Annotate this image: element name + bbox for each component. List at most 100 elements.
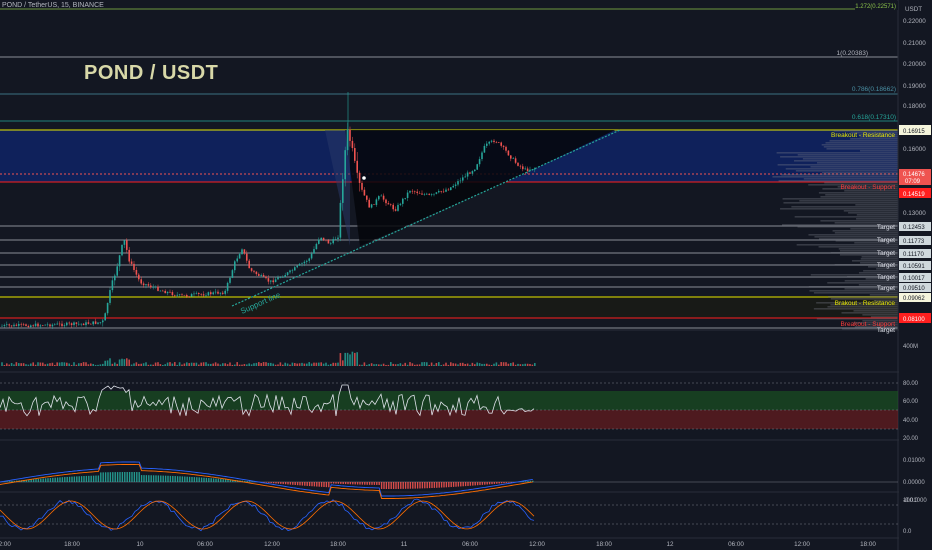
breakout-support-mid-label: Breakout - Support	[840, 184, 895, 191]
candle-body	[58, 323, 61, 325]
volume-bar	[498, 364, 500, 366]
volume-bar	[198, 364, 200, 366]
candle-body	[301, 263, 303, 264]
volume-bar	[145, 362, 147, 366]
price-tick-020: 0.20000	[903, 61, 926, 68]
candle-body	[349, 129, 351, 141]
rsi-tick-80: 80.00	[903, 381, 919, 387]
volume-bar	[462, 362, 464, 366]
candle-body	[531, 169, 534, 171]
volume-bar	[44, 364, 46, 366]
volume-bar	[70, 364, 73, 366]
macd-hist-bar	[491, 482, 493, 485]
target-label-7: Target	[877, 327, 895, 334]
macd-hist-bar	[409, 482, 412, 489]
candle-body	[502, 145, 505, 147]
macd-hist-bar	[328, 482, 330, 488]
macd-hist-bar	[32, 479, 35, 482]
candle-body	[421, 193, 423, 195]
volume-bar	[169, 362, 171, 366]
macd-hist-bar	[83, 476, 85, 482]
volume-bar	[262, 362, 265, 366]
macd-hist-bar	[304, 482, 306, 486]
candle-body	[46, 324, 49, 326]
macd-hist-bar	[301, 482, 304, 486]
chart-title: POND / USDT	[84, 62, 219, 84]
volume-bar	[99, 364, 102, 366]
target-label-4: Target	[877, 262, 895, 269]
candle-body	[22, 324, 25, 325]
profile-bar	[870, 316, 898, 318]
time-tick: 11	[401, 541, 408, 548]
candle-body	[231, 270, 234, 278]
volume-bar	[140, 363, 142, 366]
candle-body	[8, 324, 10, 326]
candle-body	[368, 199, 370, 208]
volume-bar	[279, 362, 282, 366]
candle-body	[277, 277, 279, 280]
candle-body	[255, 271, 258, 275]
candle-body	[387, 203, 390, 205]
candle-body	[224, 290, 226, 294]
candle-body	[128, 249, 130, 262]
macd-hist-bar	[148, 475, 150, 482]
candle-body	[500, 142, 502, 146]
volume-bar	[121, 358, 123, 366]
volume-bar	[483, 363, 486, 366]
candle-body	[382, 195, 385, 200]
candle-body	[291, 270, 294, 272]
candle-body	[322, 237, 325, 240]
macd-hist-bar	[37, 478, 40, 482]
stoch-tick-100: 100.0	[903, 498, 919, 504]
time-tick: 12:00	[529, 541, 545, 548]
volume-bar	[418, 364, 421, 366]
macd-hist-bar	[282, 482, 284, 485]
volume-bar	[397, 364, 399, 366]
profile-bar	[780, 156, 898, 158]
candle-body	[498, 142, 500, 143]
macd-hist-bar	[100, 472, 102, 482]
volume-bar	[193, 362, 195, 366]
volume-bar	[529, 364, 531, 366]
volume-bar	[402, 364, 404, 366]
macd-hist-bar	[268, 482, 270, 483]
macd-hist-bar	[251, 481, 253, 482]
volume-bar	[234, 364, 236, 366]
volume-bar	[78, 363, 80, 366]
macd-hist-bar	[359, 482, 361, 485]
candle-body	[342, 179, 344, 203]
macd-hist-bar	[126, 472, 128, 482]
volume-bar	[267, 362, 270, 366]
macd-hist-bar	[215, 478, 217, 482]
candle-body	[109, 290, 111, 303]
volume-bar	[330, 363, 332, 366]
macd-hist-bar	[210, 478, 212, 482]
candle-body	[486, 143, 488, 146]
candle-body	[469, 172, 471, 174]
macd-hist-bar	[76, 476, 78, 482]
candle-body	[80, 323, 82, 325]
candle-body	[51, 324, 54, 327]
candle-body	[318, 239, 320, 244]
volume-bar	[243, 364, 246, 366]
target-label-3: Target	[877, 250, 895, 257]
support-zone	[0, 296, 898, 318]
candle-body	[385, 199, 387, 204]
volume-bar	[318, 362, 320, 366]
volume-bar	[75, 364, 78, 366]
profile-bar	[828, 296, 898, 298]
breakout-support-value: 0.14519	[903, 192, 925, 198]
candle-body	[32, 325, 34, 327]
macd-hist-bar	[424, 482, 426, 489]
candle-body	[190, 294, 193, 297]
candle-body	[452, 185, 454, 188]
volume-bar	[51, 362, 54, 366]
macd-hist-bar	[376, 482, 378, 485]
fib-1272-badge: 1.272(0.22571)	[855, 4, 896, 10]
candle-body	[286, 272, 289, 276]
profile-bar	[820, 220, 898, 222]
macd-hist-bar	[174, 476, 176, 482]
candle-body	[142, 283, 145, 286]
profile-bar	[803, 178, 898, 180]
macd-hist-bar	[116, 472, 119, 482]
